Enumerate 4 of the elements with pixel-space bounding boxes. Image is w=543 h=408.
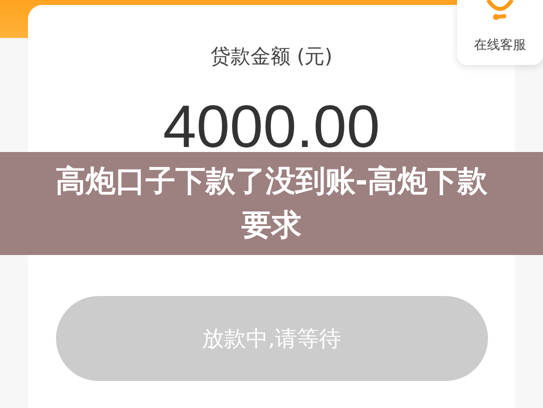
loan-amount: 4000.00 bbox=[163, 92, 380, 162]
loan-amount-label: 贷款金额 (元) bbox=[210, 43, 332, 70]
customer-service-label[interactable]: 在线客服 bbox=[474, 36, 526, 54]
banner-title: 高炮口子下款了没到账-高炮下款要求 bbox=[54, 162, 489, 244]
